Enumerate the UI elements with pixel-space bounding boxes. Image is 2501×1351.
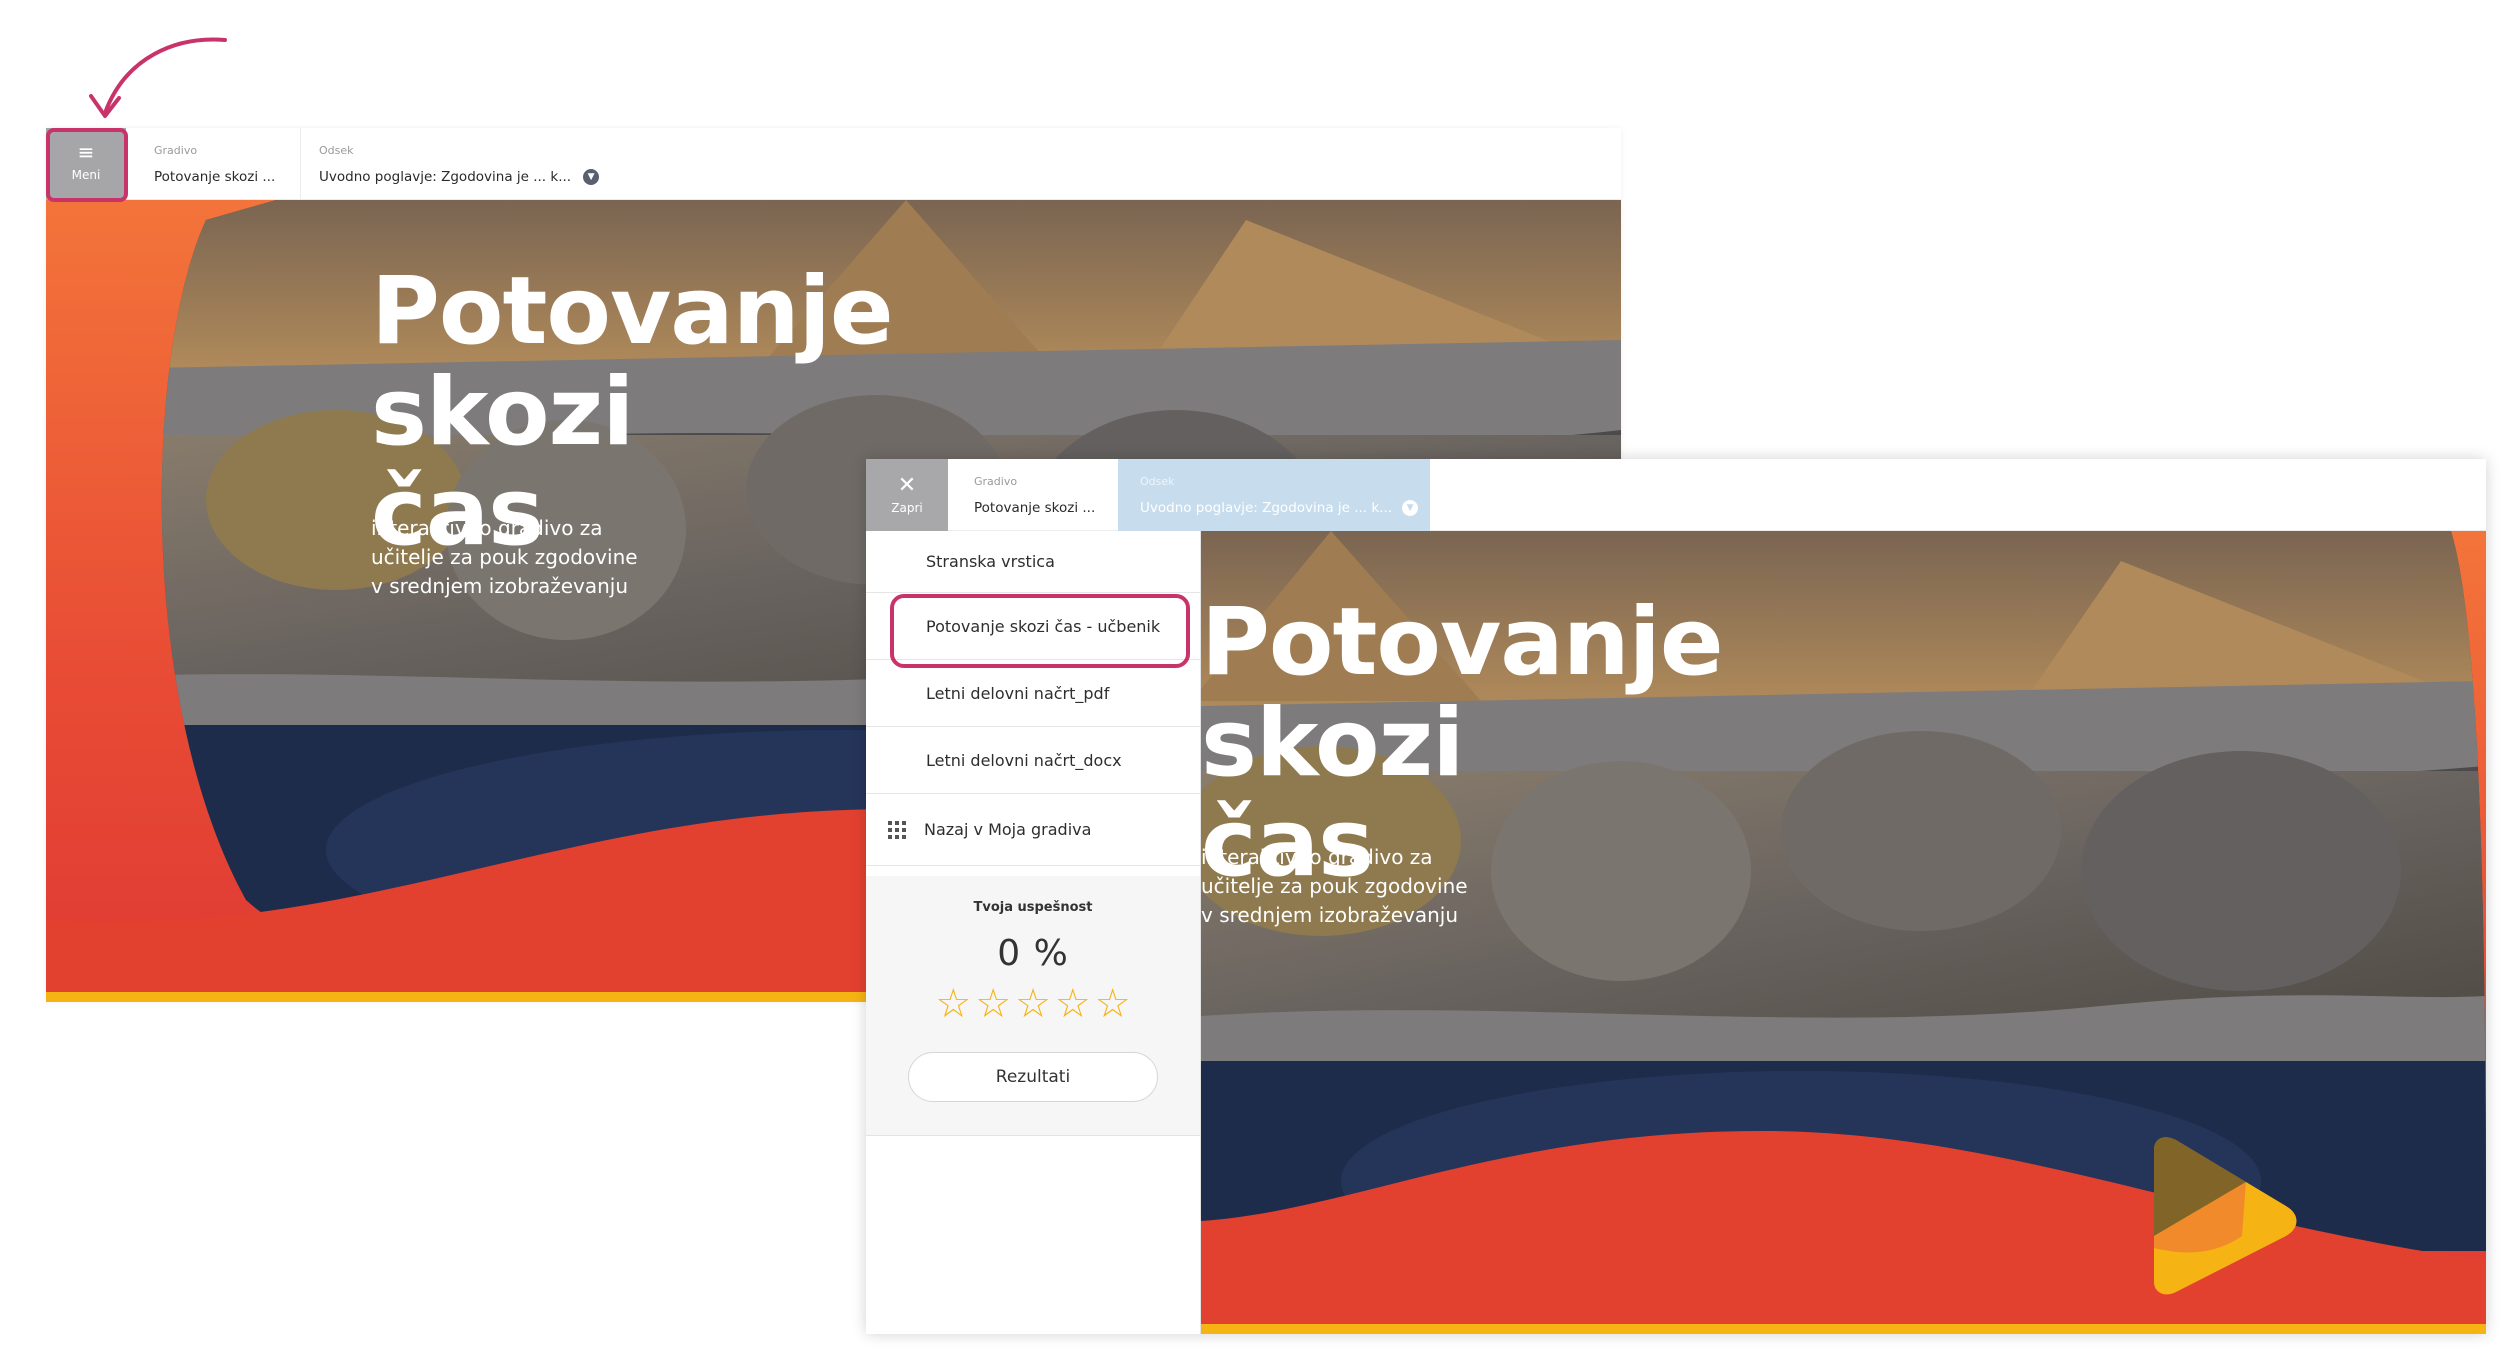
menu-item-label: Stranska vrstica bbox=[926, 552, 1055, 571]
score-value: 0 % bbox=[997, 933, 1069, 974]
screenshot-menu-open: ✕ Zapri Gradivo Potovanje skozi ... Odse… bbox=[866, 459, 2486, 1334]
odsek-value: Uvodno poglavje: Zgodovina je ... k... bbox=[1140, 500, 1393, 516]
top-navigation-bar: ≡ Meni Gradivo Potovanje skozi ... Odsek… bbox=[46, 128, 1621, 200]
menu-item-label: Letni delovni načrt_docx bbox=[926, 750, 1122, 770]
hero-banner: Potovanje skozi čas interaktivno gradivo… bbox=[1201, 531, 2486, 1334]
top-navigation-bar: ✕ Zapri Gradivo Potovanje skozi ... Odse… bbox=[866, 459, 2486, 531]
star-outline-icon: ☆ bbox=[1015, 981, 1051, 1027]
hero-title-line1: Potovanje skozi bbox=[371, 257, 894, 467]
hero-subtitle: interaktivno gradivo za učitelje za pouk… bbox=[371, 514, 651, 601]
odsek-label: Odsek bbox=[1140, 475, 1175, 488]
chevron-down-icon[interactable]: ▼ bbox=[583, 169, 600, 185]
score-label: Tvoja uspešnost bbox=[973, 900, 1093, 915]
progress-score-box: Tvoja uspešnost 0 % ☆ ☆ ☆ ☆ ☆ Rezultati bbox=[866, 876, 1200, 1136]
hero-title-line1: Potovanje skozi bbox=[1201, 588, 1724, 798]
menu-item-letni-nacrt-docx[interactable]: Letni delovni načrt_docx bbox=[866, 727, 1200, 794]
annotation-arrow-icon bbox=[89, 37, 227, 118]
breadcrumb-gradivo[interactable]: Gradivo Potovanje skozi ... bbox=[136, 128, 286, 200]
highlight-menu-button bbox=[46, 128, 128, 202]
breadcrumb-odsek[interactable]: Odsek Uvodno poglavje: Zgodovina je ... … bbox=[300, 128, 620, 200]
chevron-down-icon: ▼ bbox=[1402, 500, 1419, 516]
hero-subtitle: interaktivno gradivo za učitelje za pouk… bbox=[1201, 843, 1491, 930]
gradivo-value: Potovanje skozi ... bbox=[154, 169, 276, 185]
results-button[interactable]: Rezultati bbox=[908, 1052, 1158, 1102]
star-outline-icon: ☆ bbox=[975, 981, 1012, 1027]
menu-item-letni-nacrt-pdf[interactable]: Letni delovni načrt_pdf bbox=[866, 660, 1200, 727]
close-button-label: Zapri bbox=[891, 501, 923, 515]
menu-item-stranska-vrstica[interactable]: Stranska vrstica bbox=[866, 531, 1200, 593]
breadcrumb-odsek-disabled: Odsek Uvodno poglavje: Zgodovina je ... … bbox=[1118, 459, 1430, 531]
star-outline-icon: ☆ bbox=[1094, 981, 1131, 1027]
star-rating: ☆ ☆ ☆ ☆ ☆ bbox=[866, 982, 1200, 1026]
highlight-ucbenik-item bbox=[890, 594, 1190, 668]
odsek-value: Uvodno poglavje: Zgodovina je ... k... bbox=[319, 169, 572, 185]
play-logo bbox=[2154, 1137, 2297, 1295]
gradivo-value: Potovanje skozi ... bbox=[974, 500, 1096, 516]
hero-subtitle-line2: učitelje za pouk zgodovine bbox=[371, 545, 638, 569]
hero-subtitle-line3: v srednjem izobraževanju bbox=[1201, 903, 1459, 927]
menu-item-label: Nazaj v Moja gradiva bbox=[924, 820, 1092, 839]
tutorial-stage: ≡ Meni Gradivo Potovanje skozi ... Odsek… bbox=[0, 0, 2501, 1351]
menu-item-nazaj-moja-gradiva[interactable]: Nazaj v Moja gradiva bbox=[866, 794, 1200, 866]
hero-subtitle-line3: v srednjem izobraževanju bbox=[371, 574, 629, 598]
close-icon: ✕ bbox=[897, 473, 917, 498]
gradivo-label: Gradivo bbox=[154, 144, 198, 157]
gradivo-label: Gradivo bbox=[974, 475, 1018, 488]
bottom-accent-bar bbox=[1201, 1324, 2486, 1334]
breadcrumb-gradivo[interactable]: Gradivo Potovanje skozi ... bbox=[956, 459, 1116, 531]
close-button[interactable]: ✕ Zapri bbox=[866, 459, 948, 531]
hero-subtitle-line2: učitelje za pouk zgodovine bbox=[1201, 874, 1468, 898]
hero-subtitle-line1: interaktivno gradivo za bbox=[371, 516, 603, 540]
hero-subtitle-line1: interaktivno gradivo za bbox=[1201, 845, 1433, 869]
menu-item-label: Letni delovni načrt_pdf bbox=[926, 683, 1110, 703]
star-outline-icon: ☆ bbox=[935, 981, 972, 1027]
star-outline-icon: ☆ bbox=[1054, 981, 1091, 1027]
grid-icon bbox=[888, 820, 906, 839]
odsek-label: Odsek bbox=[319, 144, 354, 157]
